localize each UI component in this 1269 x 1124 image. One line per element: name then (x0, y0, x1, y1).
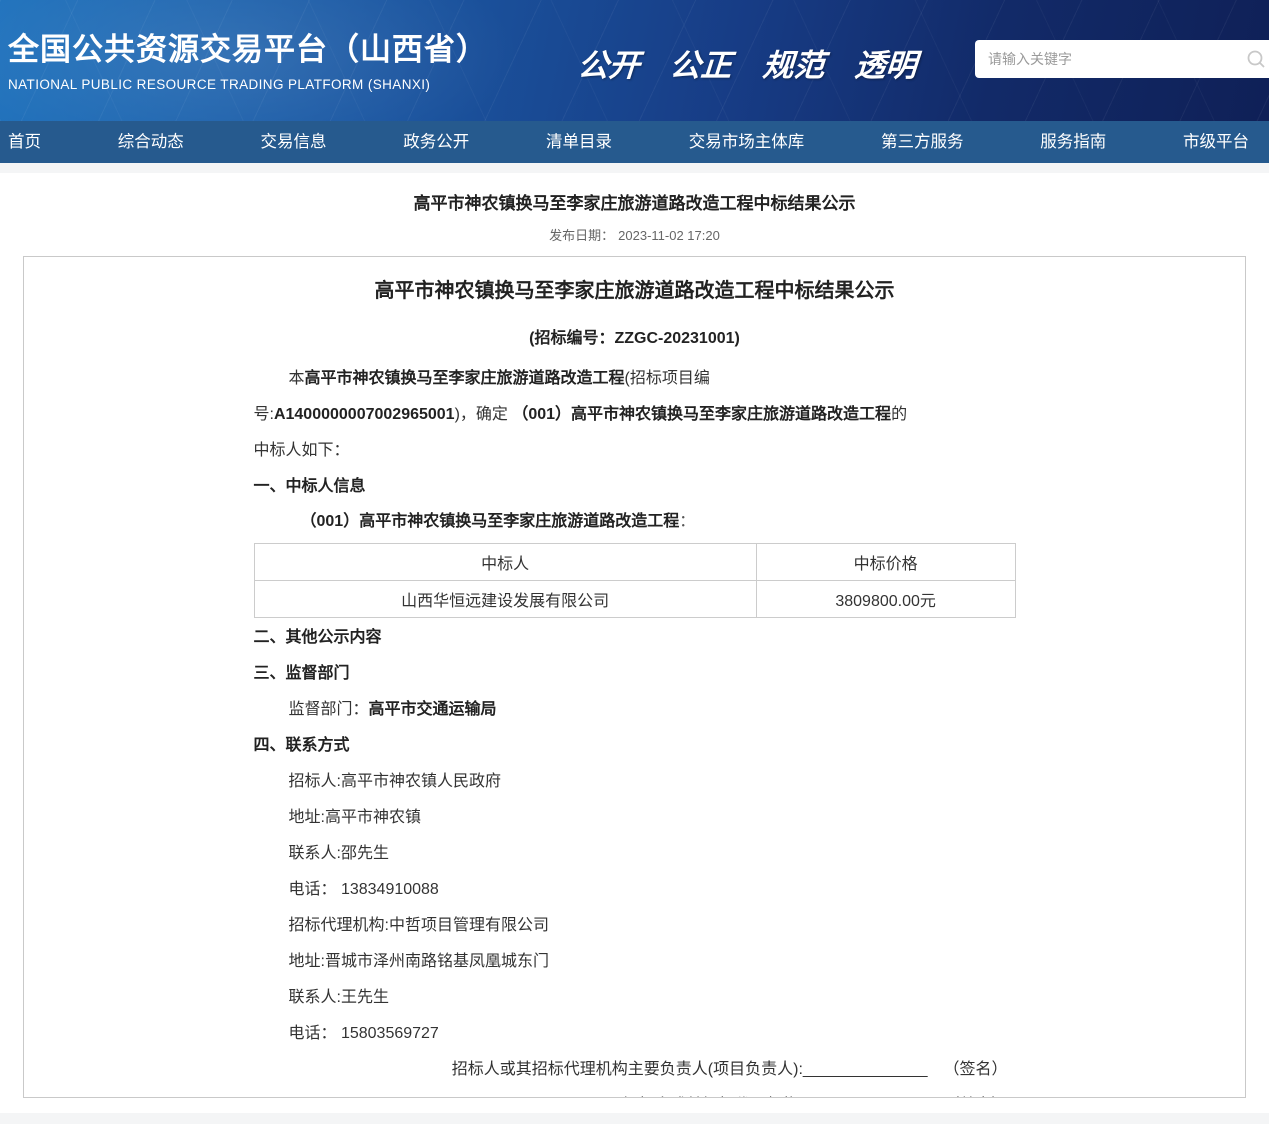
winner-name-cell: 山西华恒远建设发展有限公司 (254, 581, 756, 618)
nav-item-trade-info[interactable]: 交易信息 (261, 121, 327, 163)
search-input[interactable] (975, 40, 1269, 78)
site-title-en: NATIONAL PUBLIC RESOURCE TRADING PLATFOR… (8, 77, 488, 92)
nav-item-news[interactable]: 综合动态 (118, 121, 184, 163)
agency-phone-line: 电话： 15803569727 (254, 1016, 1016, 1052)
site-title-cn: 全国公共资源交易平台（山西省） (8, 24, 488, 69)
signature-block: 招标人或其招标代理机构主要负责人(项目负责人):______________（签… (254, 1052, 1016, 1098)
slogan-word: 透明 (854, 40, 919, 85)
intro-line-2: 号:A1400000007002965001)，确定 （001）高平市神农镇换马… (254, 397, 1016, 433)
slogan-word: 规范 (761, 40, 826, 85)
agency-address-line: 地址:晋城市泽州南路铭基凤凰城东门 (254, 944, 1016, 980)
project-name: 高平市神农镇换马至李家庄旅游道路改造工程 (305, 370, 625, 387)
col-header-price: 中标价格 (756, 544, 1015, 581)
section-1-subtitle: （001）高平市神农镇换马至李家庄旅游道路改造工程： (254, 505, 1016, 538)
section-2-title: 二、其他公示内容 (254, 620, 1016, 656)
site-brand: 全国公共资源交易平台（山西省） NATIONAL PUBLIC RESOURCE… (8, 24, 488, 92)
page-title: 高平市神农镇换马至李家庄旅游道路改造工程中标结果公示 (0, 189, 1269, 214)
slogan-word: 公正 (669, 40, 734, 85)
nav-item-gov-public[interactable]: 政务公开 (403, 121, 469, 163)
tenderer-line: 招标人:高平市神农镇人民政府 (254, 764, 1016, 800)
publish-date-value: 2023-11-02 17:20 (618, 228, 720, 243)
nav-item-home[interactable]: 首页 (8, 121, 41, 163)
nav-item-list-catalog[interactable]: 清单目录 (546, 121, 612, 163)
tenderer-phone-line: 电话： 13834910088 (254, 872, 1016, 908)
intro-line-1: 本高平市神农镇换马至李家庄旅游道路改造工程(招标项目编 (254, 361, 1016, 397)
tenderer-contact-line: 联系人:邵先生 (254, 836, 1016, 872)
announcement-body: 高平市神农镇换马至李家庄旅游道路改造工程中标结果公示 (招标编号：ZZGC-20… (254, 274, 1016, 1098)
section-1-title: 一、中标人信息 (254, 469, 1016, 505)
signature-line-2: 招标人或其招标代理机构:______________（盖章） (254, 1088, 1016, 1098)
search-box (975, 40, 1269, 78)
document-title: 高平市神农镇换马至李家庄旅游道路改造工程中标结果公示 (254, 274, 1016, 303)
content-panel: 高平市神农镇换马至李家庄旅游道路改造工程中标结果公示 发布日期： 2023-11-… (0, 173, 1269, 1113)
section-name: （001）高平市神农镇换马至李家庄旅游道路改造工程 (512, 406, 891, 423)
intro-line-3: 中标人如下： (254, 433, 1016, 469)
section-3-title: 三、监督部门 (254, 656, 1016, 692)
project-code: A1400000007002965001 (274, 406, 455, 423)
announcement-box: 高平市神农镇换马至李家庄旅游道路改造工程中标结果公示 (招标编号：ZZGC-20… (23, 256, 1246, 1098)
tender-number-line: (招标编号：ZZGC-20231001) (254, 324, 1016, 348)
table-row: 山西华恒远建设发展有限公司 3809800.00元 (254, 581, 1015, 618)
section-4-title: 四、联系方式 (254, 728, 1016, 764)
intro-paragraph: 本高平市神农镇换马至李家庄旅游道路改造工程(招标项目编 号:A140000000… (254, 361, 1016, 469)
slogan-banner: 公开 公正 规范 透明 (578, 40, 943, 85)
agency-line: 招标代理机构:中哲项目管理有限公司 (254, 908, 1016, 944)
supervisor-label: 监督部门： (289, 701, 369, 718)
main-nav: 首页 综合动态 交易信息 政务公开 清单目录 交易市场主体库 第三方服务 服务指… (0, 121, 1269, 163)
site-banner: 全国公共资源交易平台（山西省） NATIONAL PUBLIC RESOURCE… (0, 0, 1269, 121)
slogan-word: 公开 (576, 40, 641, 85)
agency-contact-line: 联系人:王先生 (254, 980, 1016, 1016)
contact-info: 招标人:高平市神农镇人民政府 地址:高平市神农镇 联系人:邵先生 电话： 138… (254, 764, 1016, 1052)
nav-item-market-subjects[interactable]: 交易市场主体库 (689, 121, 805, 163)
col-header-winner: 中标人 (254, 544, 756, 581)
search-icon[interactable] (1246, 49, 1266, 69)
publish-date-label: 发布日期： (549, 228, 614, 243)
supervisor-line: 监督部门：高平市交通运输局 (254, 692, 1016, 728)
nav-item-service-guide[interactable]: 服务指南 (1040, 121, 1106, 163)
signature-line-1: 招标人或其招标代理机构主要负责人(项目负责人):______________（签… (254, 1052, 1016, 1088)
nav-item-third-party[interactable]: 第三方服务 (881, 121, 964, 163)
supervisor-value: 高平市交通运输局 (369, 701, 497, 718)
winner-price-cell: 3809800.00元 (756, 581, 1015, 618)
table-header-row: 中标人 中标价格 (254, 544, 1015, 581)
nav-item-city-platform[interactable]: 市级平台 (1183, 121, 1249, 163)
bid-result-table: 中标人 中标价格 山西华恒远建设发展有限公司 3809800.00元 (254, 543, 1016, 618)
tenderer-address-line: 地址:高平市神农镇 (254, 800, 1016, 836)
publish-date: 发布日期： 2023-11-02 17:20 (0, 225, 1269, 244)
